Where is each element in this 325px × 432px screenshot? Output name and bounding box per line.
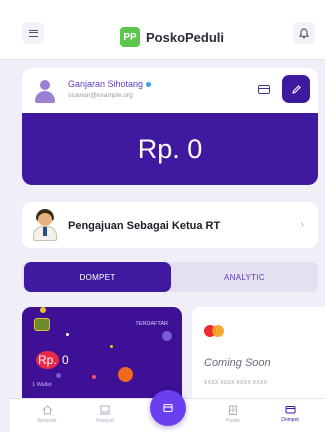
wallet-status: TERDAFTAR — [135, 321, 168, 327]
hamburger-icon — [28, 29, 38, 37]
nav-dompet[interactable]: Dompet — [265, 405, 315, 423]
bell-icon — [299, 27, 309, 38]
rt-avatar-icon — [32, 209, 58, 241]
wallet-nav-icon — [285, 406, 295, 414]
wallet-currency: Rp. — [36, 351, 59, 369]
balance-amount: Rp. 0 — [137, 133, 203, 164]
avatar — [34, 80, 56, 104]
app-logo: PP — [120, 27, 140, 47]
card-icon[interactable] — [258, 85, 270, 94]
wallet-tabs: DOMPET ANALYTIC — [22, 262, 318, 292]
nav-riwayat[interactable]: Riwayat — [80, 405, 130, 424]
decor-ball — [110, 345, 113, 348]
wallet-sub: 1 Wallet — [32, 382, 52, 388]
menu-button[interactable] — [22, 22, 44, 44]
mastercard-icon — [204, 325, 224, 337]
app-header: PP PoskoPeduli — [0, 0, 325, 60]
nav-label: Riwayat — [96, 418, 114, 424]
tab-dompet[interactable]: DOMPET — [24, 262, 171, 292]
scan-icon — [163, 403, 173, 413]
profile-name-row: Ganjaran Sihotang — [68, 79, 152, 89]
pencil-icon — [291, 84, 301, 94]
profile-name: Ganjaran Sihotang — [68, 79, 144, 89]
decor-ball — [56, 373, 61, 378]
building-icon — [229, 405, 237, 415]
card-number: XXXX XXXX XXXX XXXX — [204, 380, 268, 386]
ketua-rt-application-card[interactable]: Pengajuan Sebagai Ketua RT › — [22, 202, 318, 248]
edit-profile-button[interactable] — [282, 75, 310, 103]
profile-email: ocawan@example.org — [68, 92, 133, 99]
brand: PP PoskoPeduli — [120, 27, 224, 47]
nav-beranda[interactable]: Beranda — [22, 405, 72, 424]
nav-label: Posko — [226, 418, 240, 424]
wallet-icon — [34, 318, 50, 331]
decor-ball — [118, 367, 133, 382]
decor-ball — [92, 375, 96, 379]
nav-posko[interactable]: Posko — [208, 405, 258, 424]
home-icon — [42, 405, 52, 415]
wallet-value: 0 — [62, 353, 69, 367]
center-action-button[interactable] — [150, 390, 186, 426]
wallet-amount: Rp. 0 — [36, 351, 69, 369]
tab-analytic[interactable]: ANALYTIC — [171, 262, 318, 292]
rt-card-label: Pengajuan Sebagai Ketua RT — [68, 220, 221, 232]
profile-card: Ganjaran Sihotang ocawan@example.org — [22, 68, 318, 114]
nav-label: Beranda — [37, 418, 57, 424]
notification-button[interactable] — [293, 22, 315, 44]
coming-soon-card: Coming Soon XXXX XXXX XXXX XXXX — [192, 307, 325, 407]
laptop-icon — [99, 405, 111, 415]
chevron-right-icon: › — [300, 219, 304, 231]
decor-ball — [66, 333, 69, 336]
app-name: PoskoPeduli — [146, 29, 225, 45]
decor-ball — [40, 307, 46, 313]
decor-ball — [162, 331, 172, 341]
coming-soon-text: Coming Soon — [204, 357, 271, 369]
nav-label: Dompet — [281, 417, 299, 423]
verified-icon — [146, 82, 152, 88]
balance-panel: Rp. 0 — [22, 113, 318, 185]
